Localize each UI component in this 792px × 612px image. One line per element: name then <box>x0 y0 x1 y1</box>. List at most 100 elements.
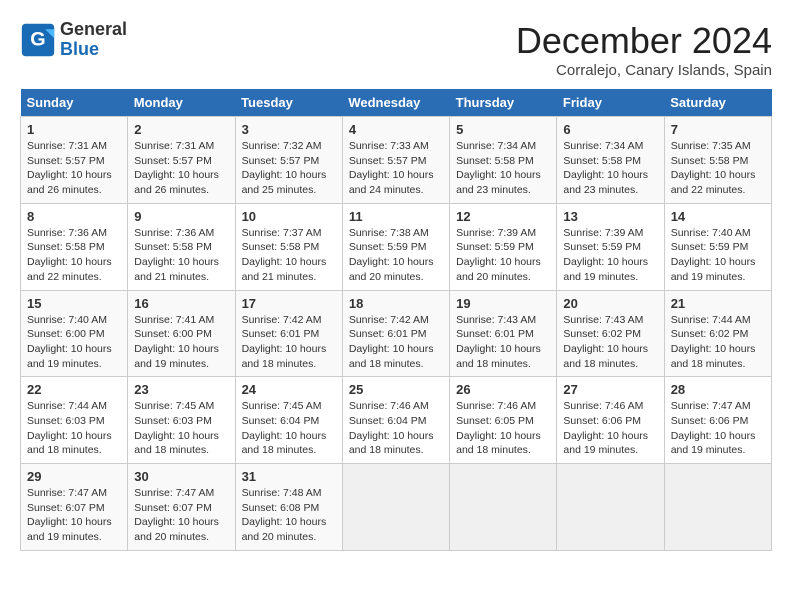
calendar-cell: 13 Sunrise: 7:39 AM Sunset: 5:59 PM Dayli… <box>557 203 664 290</box>
calendar-cell: 2 Sunrise: 7:31 AM Sunset: 5:57 PM Daylig… <box>128 117 235 204</box>
day-number: 22 <box>27 382 121 397</box>
day-number: 11 <box>349 209 443 224</box>
day-info: Sunrise: 7:37 AM Sunset: 5:58 PM Dayligh… <box>242 226 336 285</box>
day-info: Sunrise: 7:46 AM Sunset: 6:06 PM Dayligh… <box>563 399 657 458</box>
calendar-cell: 30 Sunrise: 7:47 AM Sunset: 6:07 PM Dayli… <box>128 464 235 551</box>
day-of-week-header: Saturday <box>664 89 771 117</box>
calendar-cell: 6Sunrise: 7:34 AM Sunset: 5:58 PM Daylig… <box>557 117 664 204</box>
calendar-week-row: 22 Sunrise: 7:44 AM Sunset: 6:03 PM Dayli… <box>21 377 772 464</box>
day-number: 5 <box>456 122 550 137</box>
logo-icon: G <box>20 22 56 58</box>
day-info: Sunrise: 7:47 AM Sunset: 6:07 PM Dayligh… <box>134 486 228 545</box>
day-number: 24 <box>242 382 336 397</box>
location-subtitle: Corralejo, Canary Islands, Spain <box>516 62 772 79</box>
calendar-cell: 21Sunrise: 7:44 AM Sunset: 6:02 PM Dayli… <box>664 290 771 377</box>
calendar-cell: 28 Sunrise: 7:47 AM Sunset: 6:06 PM Dayli… <box>664 377 771 464</box>
calendar-cell: 15Sunrise: 7:40 AM Sunset: 6:00 PM Dayli… <box>21 290 128 377</box>
calendar-cell: 10 Sunrise: 7:37 AM Sunset: 5:58 PM Dayli… <box>235 203 342 290</box>
day-number: 14 <box>671 209 765 224</box>
day-number: 30 <box>134 469 228 484</box>
day-info: Sunrise: 7:32 AM Sunset: 5:57 PM Dayligh… <box>242 139 336 198</box>
day-info: Sunrise: 7:34 AM Sunset: 5:58 PM Dayligh… <box>456 139 550 198</box>
day-number: 15 <box>27 296 121 311</box>
calendar-week-row: 15Sunrise: 7:40 AM Sunset: 6:00 PM Dayli… <box>21 290 772 377</box>
day-number: 20 <box>563 296 657 311</box>
calendar-cell: 31Sunrise: 7:48 AM Sunset: 6:08 PM Dayli… <box>235 464 342 551</box>
day-info: Sunrise: 7:48 AM Sunset: 6:08 PM Dayligh… <box>242 486 336 545</box>
calendar-week-row: 1 Sunrise: 7:31 AM Sunset: 5:57 PM Daylig… <box>21 117 772 204</box>
calendar-cell: 11 Sunrise: 7:38 AM Sunset: 5:59 PM Dayli… <box>342 203 449 290</box>
day-info: Sunrise: 7:31 AM Sunset: 5:57 PM Dayligh… <box>27 139 121 198</box>
day-info: Sunrise: 7:40 AM Sunset: 5:59 PM Dayligh… <box>671 226 765 285</box>
calendar-cell: 29 Sunrise: 7:47 AM Sunset: 6:07 PM Dayli… <box>21 464 128 551</box>
day-info: Sunrise: 7:44 AM Sunset: 6:03 PM Dayligh… <box>27 399 121 458</box>
day-info: Sunrise: 7:41 AM Sunset: 6:00 PM Dayligh… <box>134 313 228 372</box>
day-number: 6 <box>563 122 657 137</box>
calendar-cell: 18Sunrise: 7:42 AM Sunset: 6:01 PM Dayli… <box>342 290 449 377</box>
day-info: Sunrise: 7:33 AM Sunset: 5:57 PM Dayligh… <box>349 139 443 198</box>
day-of-week-header: Sunday <box>21 89 128 117</box>
day-info: Sunrise: 7:31 AM Sunset: 5:57 PM Dayligh… <box>134 139 228 198</box>
calendar-cell: 1 Sunrise: 7:31 AM Sunset: 5:57 PM Daylig… <box>21 117 128 204</box>
day-info: Sunrise: 7:43 AM Sunset: 6:02 PM Dayligh… <box>563 313 657 372</box>
day-number: 25 <box>349 382 443 397</box>
day-number: 19 <box>456 296 550 311</box>
calendar-cell: 3 Sunrise: 7:32 AM Sunset: 5:57 PM Daylig… <box>235 117 342 204</box>
day-info: Sunrise: 7:39 AM Sunset: 5:59 PM Dayligh… <box>456 226 550 285</box>
day-number: 29 <box>27 469 121 484</box>
day-number: 8 <box>27 209 121 224</box>
day-info: Sunrise: 7:46 AM Sunset: 6:04 PM Dayligh… <box>349 399 443 458</box>
day-info: Sunrise: 7:42 AM Sunset: 6:01 PM Dayligh… <box>242 313 336 372</box>
logo: G General Blue <box>20 20 127 60</box>
calendar-cell: 27Sunrise: 7:46 AM Sunset: 6:06 PM Dayli… <box>557 377 664 464</box>
day-info: Sunrise: 7:45 AM Sunset: 6:04 PM Dayligh… <box>242 399 336 458</box>
day-number: 1 <box>27 122 121 137</box>
day-of-week-header: Friday <box>557 89 664 117</box>
calendar-cell: 14 Sunrise: 7:40 AM Sunset: 5:59 PM Dayli… <box>664 203 771 290</box>
day-number: 7 <box>671 122 765 137</box>
calendar-table: SundayMondayTuesdayWednesdayThursdayFrid… <box>20 89 772 551</box>
logo-general: General <box>60 20 127 40</box>
day-of-week-header: Thursday <box>450 89 557 117</box>
day-of-week-header: Wednesday <box>342 89 449 117</box>
calendar-cell: 8 Sunrise: 7:36 AM Sunset: 5:58 PM Daylig… <box>21 203 128 290</box>
day-number: 17 <box>242 296 336 311</box>
calendar-cell: 17 Sunrise: 7:42 AM Sunset: 6:01 PM Dayli… <box>235 290 342 377</box>
day-number: 28 <box>671 382 765 397</box>
day-of-week-header: Tuesday <box>235 89 342 117</box>
calendar-week-row: 8 Sunrise: 7:36 AM Sunset: 5:58 PM Daylig… <box>21 203 772 290</box>
day-info: Sunrise: 7:39 AM Sunset: 5:59 PM Dayligh… <box>563 226 657 285</box>
calendar-body: 1 Sunrise: 7:31 AM Sunset: 5:57 PM Daylig… <box>21 117 772 551</box>
day-number: 10 <box>242 209 336 224</box>
calendar-header-row: SundayMondayTuesdayWednesdayThursdayFrid… <box>21 89 772 117</box>
day-info: Sunrise: 7:35 AM Sunset: 5:58 PM Dayligh… <box>671 139 765 198</box>
calendar-cell: 25 Sunrise: 7:46 AM Sunset: 6:04 PM Dayli… <box>342 377 449 464</box>
day-info: Sunrise: 7:36 AM Sunset: 5:58 PM Dayligh… <box>27 226 121 285</box>
calendar-cell: 9Sunrise: 7:36 AM Sunset: 5:58 PM Daylig… <box>128 203 235 290</box>
svg-text:G: G <box>30 28 45 50</box>
day-number: 21 <box>671 296 765 311</box>
page-header: G General Blue December 2024 Corralejo, … <box>20 20 772 79</box>
calendar-week-row: 29 Sunrise: 7:47 AM Sunset: 6:07 PM Dayli… <box>21 464 772 551</box>
day-info: Sunrise: 7:38 AM Sunset: 5:59 PM Dayligh… <box>349 226 443 285</box>
day-info: Sunrise: 7:47 AM Sunset: 6:06 PM Dayligh… <box>671 399 765 458</box>
day-info: Sunrise: 7:43 AM Sunset: 6:01 PM Dayligh… <box>456 313 550 372</box>
calendar-cell: 12Sunrise: 7:39 AM Sunset: 5:59 PM Dayli… <box>450 203 557 290</box>
day-of-week-header: Monday <box>128 89 235 117</box>
calendar-cell <box>664 464 771 551</box>
title-area: December 2024 Corralejo, Canary Islands,… <box>516 20 772 79</box>
day-info: Sunrise: 7:42 AM Sunset: 6:01 PM Dayligh… <box>349 313 443 372</box>
day-info: Sunrise: 7:47 AM Sunset: 6:07 PM Dayligh… <box>27 486 121 545</box>
day-number: 4 <box>349 122 443 137</box>
day-number: 13 <box>563 209 657 224</box>
calendar-cell: 19 Sunrise: 7:43 AM Sunset: 6:01 PM Dayli… <box>450 290 557 377</box>
day-number: 16 <box>134 296 228 311</box>
logo-blue: Blue <box>60 40 127 60</box>
calendar-cell: 26Sunrise: 7:46 AM Sunset: 6:05 PM Dayli… <box>450 377 557 464</box>
calendar-cell: 22 Sunrise: 7:44 AM Sunset: 6:03 PM Dayli… <box>21 377 128 464</box>
day-number: 2 <box>134 122 228 137</box>
day-number: 3 <box>242 122 336 137</box>
calendar-cell: 16 Sunrise: 7:41 AM Sunset: 6:00 PM Dayli… <box>128 290 235 377</box>
day-info: Sunrise: 7:45 AM Sunset: 6:03 PM Dayligh… <box>134 399 228 458</box>
calendar-cell <box>342 464 449 551</box>
